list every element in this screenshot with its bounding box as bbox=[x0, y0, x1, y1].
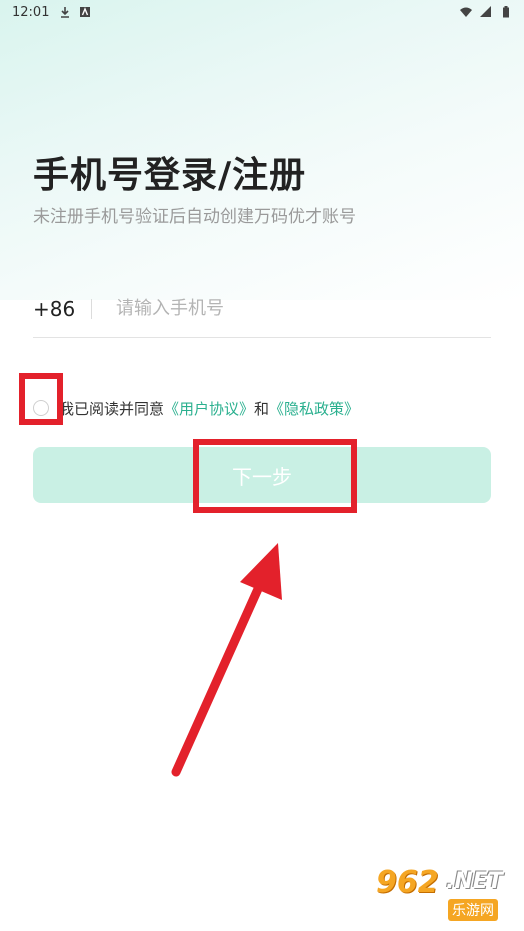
pointer-arrow bbox=[171, 543, 282, 777]
site-watermark-logo: 962 .NET 乐游网 bbox=[376, 865, 516, 925]
watermark-net: .NET bbox=[446, 869, 503, 894]
watermark-number: 962 bbox=[376, 865, 439, 900]
watermark-subtitle: 乐游网 bbox=[448, 899, 498, 921]
